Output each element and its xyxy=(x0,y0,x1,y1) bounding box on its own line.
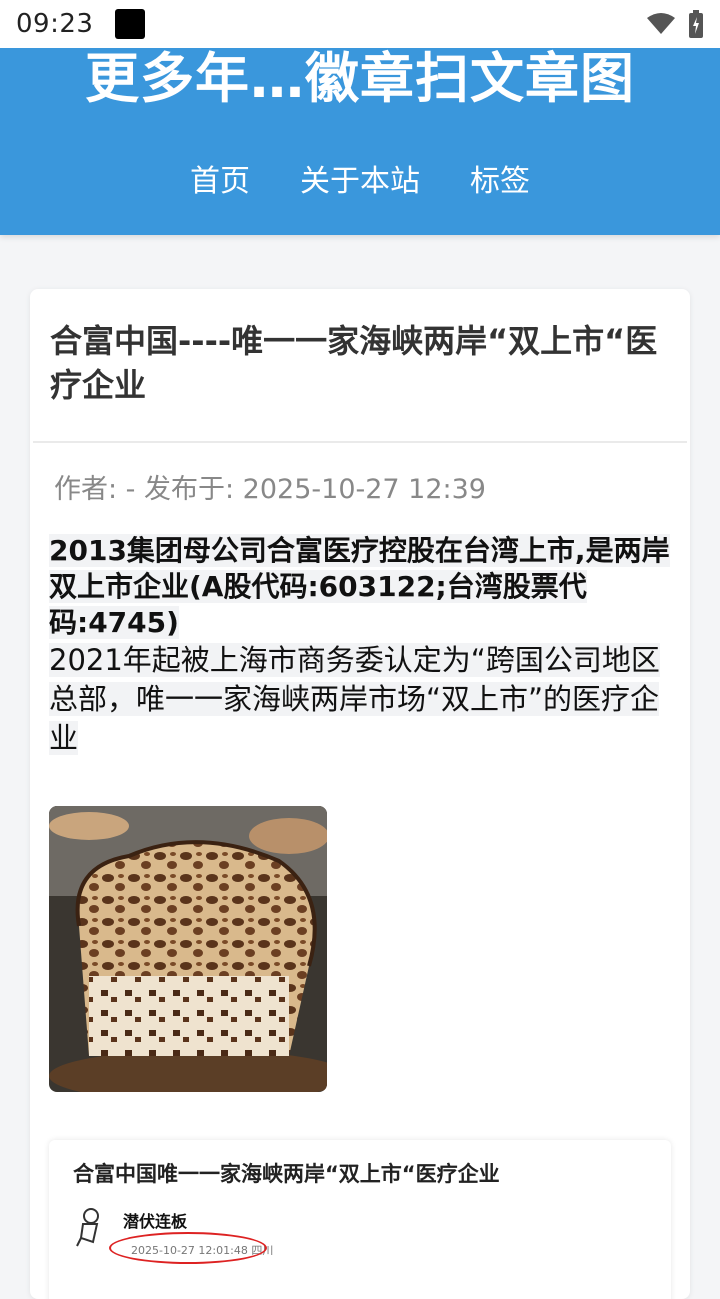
embed-date: 2025-10-27 12:01:48 四川 xyxy=(109,1232,281,1264)
embed-author-row: 潜伏连板 2025-10-27 12:01:48 四川 xyxy=(73,1208,647,1264)
nav-about[interactable]: 关于本站 xyxy=(300,156,420,200)
astronaut-avatar-icon xyxy=(76,1208,99,1247)
site-header: 更多年…徽章扫文章图 首页 关于本站 标签 xyxy=(0,48,720,235)
body-paragraph: 2021年起被上海市商务委认定为“跨国公司地区总部，唯一一家海峡两岸市场“双上市… xyxy=(49,641,671,758)
body-paragraph-text: 2021年起被上海市商务委认定为“跨国公司地区总部，唯一一家海峡两岸市场“双上市… xyxy=(49,643,660,755)
nav-tags[interactable]: 标签 xyxy=(470,156,530,200)
site-nav: 首页 关于本站 标签 xyxy=(0,156,720,200)
post-meta: 作者: - 发布于: 2025-10-27 12:39 xyxy=(54,474,486,505)
nav-home[interactable]: 首页 xyxy=(190,156,250,200)
status-time: 09:23 xyxy=(16,9,94,39)
embed-author: 潜伏连板 xyxy=(123,1212,188,1231)
battery-charging-icon xyxy=(689,10,703,38)
embed-author-block: 潜伏连板 2025-10-27 12:01:48 四川 xyxy=(109,1208,281,1264)
red-annotation-circle xyxy=(109,1232,267,1264)
embed-title: 合富中国唯一一家海峡两岸“双上市“医疗企业 xyxy=(73,1162,500,1186)
leopard-bread-image[interactable] xyxy=(49,806,327,1092)
site-title[interactable]: 更多年…徽章扫文章图 xyxy=(0,48,720,113)
highlight-paragraph-text: 2013集团母公司合富医疗控股在台湾上市,是两岸双上市企业(A股代码:60312… xyxy=(49,534,670,639)
wifi-icon xyxy=(647,13,675,34)
embedded-article-preview[interactable]: 合富中国唯一一家海峡两岸“双上市“医疗企业 潜伏连板 2025-10-27 12… xyxy=(49,1140,671,1299)
highlight-paragraph: 2013集团母公司合富医疗控股在台湾上市,是两岸双上市企业(A股代码:60312… xyxy=(49,533,671,641)
status-icons xyxy=(646,10,704,38)
post-body: 2013集团母公司合富医疗控股在台湾上市,是两岸双上市企业(A股代码:60312… xyxy=(30,533,690,1299)
app-notification-icon xyxy=(115,9,146,39)
post-title: 合富中国----唯一一家海峡两岸“双上市“医疗企业 xyxy=(50,322,658,404)
article-card: 合富中国----唯一一家海峡两岸“双上市“医疗企业 作者: - 发布于: 202… xyxy=(30,289,690,1299)
status-bar: 09:23 xyxy=(0,0,720,48)
